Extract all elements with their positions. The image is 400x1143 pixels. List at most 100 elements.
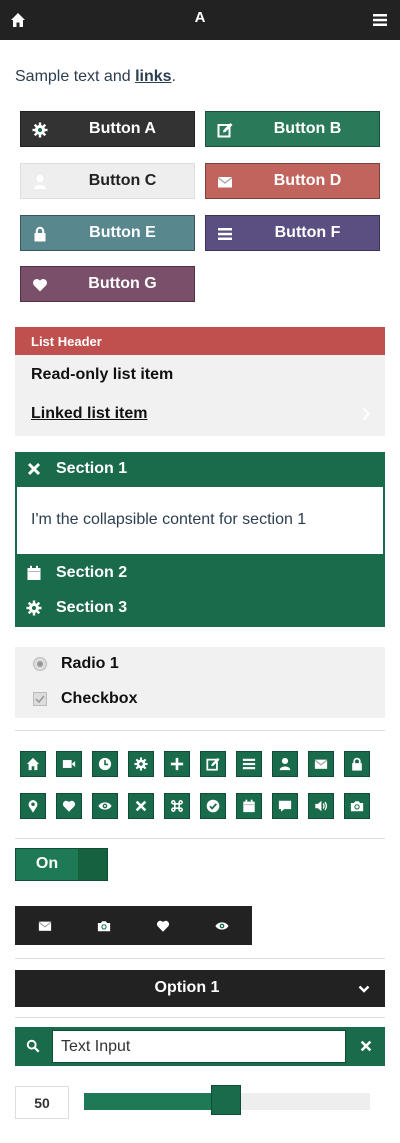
- eye-icon: [98, 799, 112, 813]
- calendar-icon: [242, 799, 256, 813]
- lock-icon-button[interactable]: [344, 751, 370, 777]
- video-icon-button[interactable]: [56, 751, 82, 777]
- plus-icon: [170, 757, 184, 771]
- chevron-down-icon: [358, 984, 370, 994]
- clear-icon[interactable]: [359, 1039, 373, 1053]
- button-c[interactable]: Button C: [20, 163, 195, 199]
- lock-icon: [350, 757, 364, 771]
- menu-icon[interactable]: [372, 12, 388, 28]
- close-icon: [26, 461, 42, 477]
- toggle-on-label: On: [16, 849, 78, 880]
- location-icon: [26, 799, 40, 813]
- list-item-linked[interactable]: Linked list item: [31, 405, 147, 423]
- check-icon: [206, 799, 220, 813]
- section-1-content: I'm the collapsible content for section …: [17, 487, 383, 554]
- video-icon: [62, 757, 76, 771]
- slider-track[interactable]: [84, 1085, 370, 1115]
- gear-icon-button[interactable]: [128, 751, 154, 777]
- checkbox[interactable]: [33, 692, 47, 706]
- button-e[interactable]: Button E: [20, 215, 195, 251]
- button-a[interactable]: Button A: [20, 111, 195, 147]
- search-icon: [26, 1039, 40, 1053]
- clock-icon: [98, 757, 112, 771]
- slider-fill: [84, 1093, 227, 1110]
- eye-icon-button[interactable]: [92, 793, 118, 819]
- check-icon-button[interactable]: [200, 793, 226, 819]
- list-view: List Header Read-only list item Linked l…: [15, 327, 385, 436]
- camera-icon: [96, 919, 112, 933]
- navbar-mail-button[interactable]: [15, 906, 74, 945]
- slider-value-input[interactable]: 50: [15, 1086, 69, 1119]
- eye-icon: [214, 919, 230, 933]
- calendar-icon-button[interactable]: [236, 793, 262, 819]
- edit-icon-button[interactable]: [200, 751, 226, 777]
- divider: [15, 838, 385, 839]
- checkbox-label[interactable]: Checkbox: [61, 690, 137, 708]
- navbar-eye-button[interactable]: [192, 906, 251, 945]
- gear-icon: [32, 122, 48, 138]
- clock-icon-button[interactable]: [92, 751, 118, 777]
- sample-link[interactable]: links: [135, 68, 171, 85]
- navbar-camera-button[interactable]: [74, 906, 133, 945]
- divider: [15, 958, 385, 959]
- user-icon: [32, 174, 48, 190]
- button-g[interactable]: Button G: [20, 266, 195, 302]
- heart-icon: [62, 799, 76, 813]
- audio-icon: [314, 799, 328, 813]
- icon-navbar: [15, 906, 252, 945]
- header-bar: A: [0, 0, 400, 40]
- gear-icon: [26, 600, 42, 616]
- home-icon: [26, 757, 40, 771]
- divider: [15, 730, 385, 731]
- comment-icon: [278, 799, 292, 813]
- mail-icon: [37, 919, 53, 933]
- home-icon-button[interactable]: [20, 751, 46, 777]
- toggle-knob[interactable]: [78, 849, 107, 880]
- navbar-heart-button[interactable]: [133, 906, 192, 945]
- radio-1-label[interactable]: Radio 1: [61, 655, 119, 673]
- comment-icon-button[interactable]: [272, 793, 298, 819]
- section-2-header[interactable]: Section 2: [15, 556, 385, 590]
- radio-1[interactable]: [33, 657, 47, 671]
- collapsible-set: Section 1 I'm the collapsible content fo…: [15, 452, 385, 627]
- edit-icon: [206, 757, 220, 771]
- option-select[interactable]: Option 1: [15, 970, 385, 1007]
- plus-icon-button[interactable]: [164, 751, 190, 777]
- command-icon: [170, 799, 184, 813]
- location-icon-button[interactable]: [20, 793, 46, 819]
- mail-icon: [314, 757, 328, 771]
- heart-icon: [32, 277, 48, 293]
- command-icon-button[interactable]: [164, 793, 190, 819]
- bars-icon: [242, 757, 256, 771]
- audio-icon-button[interactable]: [308, 793, 334, 819]
- divider: [15, 1017, 385, 1018]
- mail-icon-button[interactable]: [308, 751, 334, 777]
- button-d[interactable]: Button D: [205, 163, 380, 199]
- gear-icon: [134, 757, 148, 771]
- bars-icon-button[interactable]: [236, 751, 262, 777]
- heart-icon: [155, 919, 171, 933]
- search-bar: [15, 1027, 385, 1066]
- toggle-switch[interactable]: On: [15, 848, 108, 881]
- button-f[interactable]: Button F: [205, 215, 380, 251]
- slider-handle[interactable]: [211, 1085, 241, 1115]
- search-input[interactable]: [52, 1030, 346, 1063]
- calendar-icon: [26, 565, 42, 581]
- close-icon-button[interactable]: [128, 793, 154, 819]
- lock-icon: [32, 226, 48, 242]
- section-3-header[interactable]: Section 3: [15, 591, 385, 625]
- button-b[interactable]: Button B: [205, 111, 380, 147]
- camera-icon: [350, 799, 364, 813]
- edit-icon: [217, 122, 233, 138]
- section-1-header[interactable]: Section 1: [15, 452, 385, 486]
- chevron-right-icon: [361, 407, 371, 421]
- list-header: List Header: [15, 327, 385, 355]
- select-value: Option 1: [154, 979, 220, 996]
- camera-icon-button[interactable]: [344, 793, 370, 819]
- intro-text: Sample text and links.: [15, 68, 176, 85]
- page-title: A: [194, 9, 206, 26]
- heart-icon-button[interactable]: [56, 793, 82, 819]
- check-icon: [35, 695, 45, 704]
- bars-icon: [217, 226, 233, 242]
- user-icon-button[interactable]: [272, 751, 298, 777]
